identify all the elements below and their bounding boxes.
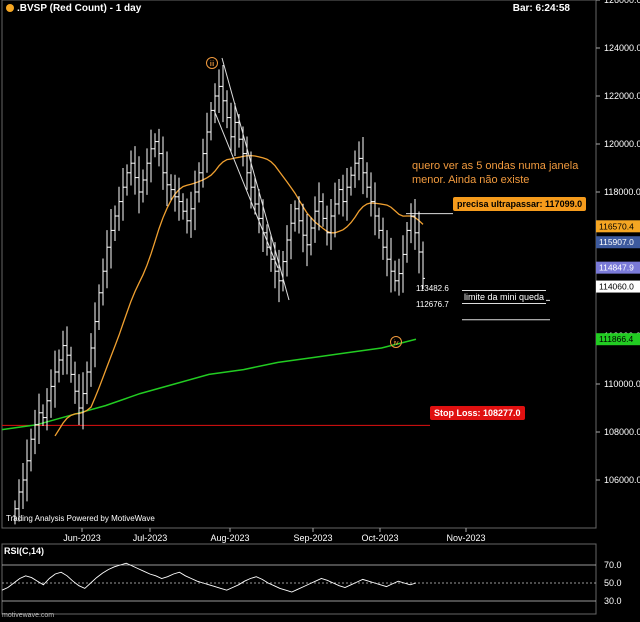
resistance-label[interactable]: precisa ultrapassar: 117099.0 [453,197,587,211]
x-tick-label: Nov-2023 [446,533,485,543]
symbol-dot-icon [6,4,14,12]
x-tick-label: Sep-2023 [293,533,332,543]
rsi-tick-label: 50.0 [604,578,622,588]
y-tick-label: 122000.0 [604,91,640,101]
trendline-lower[interactable] [213,109,279,269]
price-tags: 116570.4 115907.0 114847.9 114060.0 111866.4 [596,220,640,346]
chart-title: .BVSP (Red Count) - 1 day [6,3,141,14]
price-bars [13,65,425,525]
price-tag-text: 114060.0 [599,282,634,292]
y-tick-label: 106000.0 [604,475,640,485]
wave-label: iii [210,61,215,68]
time-x-axis: Jun-2023 Jul-2023 Aug-2023 Sep-2023 Oct-2023… [63,528,486,543]
rsi-label: RSI(C,14) [4,546,45,556]
chart-title-text: .BVSP (Red Count) - 1 day [17,3,142,14]
bar-timer: Bar: 6:24:58 [512,3,570,14]
rsi-tick-label: 70.0 [604,560,622,570]
y-tick-label: 120000.0 [604,139,640,149]
rsi-panel: 70.0 50.0 30.0 [1,543,622,615]
x-tick-label: Jul-2023 [133,533,168,543]
y-tick-label: 108000.0 [604,427,640,437]
fast-moving-average [54,154,424,437]
price-chart[interactable]: 126000.0 124000.0 122000.0 120000.0 118000.0… [0,0,640,622]
credit-text: Trading Analysis Powered by MotiveWave [6,514,155,523]
x-tick-label: Jun-2023 [63,533,101,543]
price-frame-rect [1,0,597,529]
slow-moving-average [1,338,417,431]
x-tick-label: Aug-2023 [210,533,249,543]
stop-loss-label[interactable]: Stop Loss: 108277.0 [430,406,525,420]
wave-note: quero ver as 5 ondas numa janela menor. … [412,160,579,186]
trendline-upper[interactable] [221,57,290,301]
y-tick-label: 124000.0 [604,43,640,53]
y-tick-label: 118000.0 [604,187,640,197]
mini-queda-upper-value: 113482.6 [416,284,449,293]
site-text: motivewave.com [2,612,55,619]
wave-label: iv [393,340,399,347]
rsi-tick-label: 30.0 [604,596,622,606]
price-panel-frame [1,0,597,529]
rsi-frame [1,543,597,615]
x-tick-label: Oct-2023 [361,533,398,543]
price-tag-text: 116570.4 [599,221,634,231]
slow-ma-line [1,338,417,431]
price-tag-text: 114847.9 [599,263,634,273]
price-tag-text: 115907.0 [599,237,634,247]
y-tick-label: 110000.0 [604,379,640,389]
fast-ma-line [54,154,424,437]
mini-queda-label[interactable]: limite da mini queda [462,290,547,304]
rsi-line [1,562,417,593]
y-tick-label: 126000.0 [604,0,640,5]
price-tag-text: 111866.4 [599,334,633,344]
mini-queda-lower-value: 112676.7 [416,300,449,309]
